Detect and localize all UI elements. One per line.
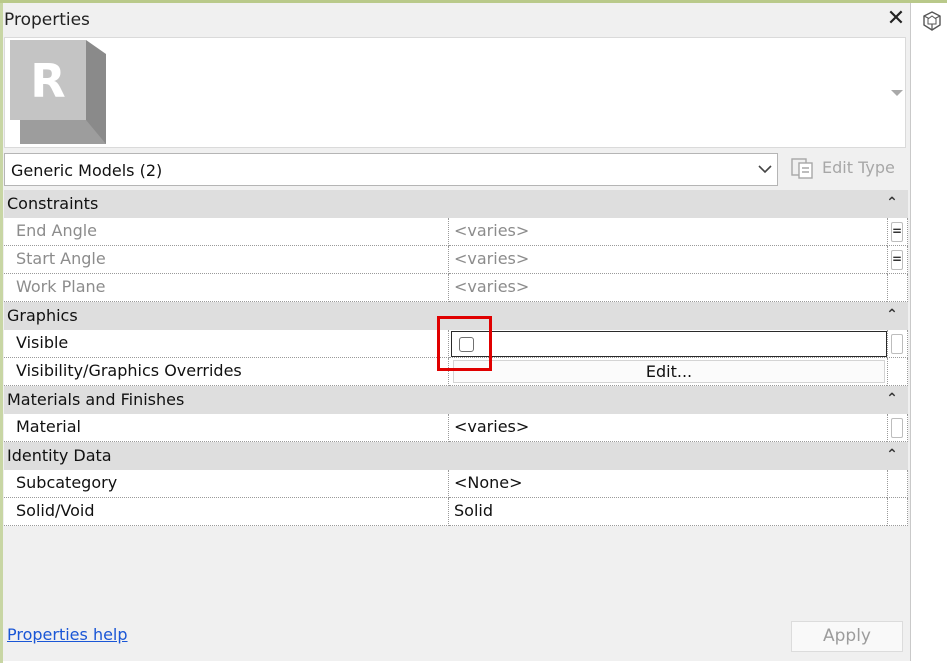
collapse-icon[interactable]: ⌃ (884, 306, 900, 324)
logo-letter: R (30, 54, 65, 108)
property-value[interactable]: Solid (449, 498, 887, 526)
property-name: Material (4, 414, 449, 442)
property-value[interactable]: <varies> (449, 218, 887, 246)
thumbnail-dropdown-arrow-icon[interactable] (891, 90, 903, 96)
apply-button[interactable]: Apply (791, 621, 903, 652)
view-area (912, 3, 947, 663)
property-value[interactable]: <varies> (449, 414, 887, 442)
revit-logo-icon: R (10, 40, 106, 144)
category-label: Identity Data (7, 446, 112, 465)
associate-parameter-button[interactable] (891, 418, 903, 438)
property-row-subcategory: Subcategory <None> (4, 470, 908, 498)
property-row-material: Material <varies> (4, 414, 908, 442)
property-name: Visible (4, 330, 449, 358)
associate-parameter-cell (887, 498, 908, 526)
panel-title: Properties (4, 10, 90, 30)
viewcube-home-icon[interactable] (921, 10, 943, 32)
property-value[interactable]: <varies> (449, 246, 887, 274)
property-name: Start Angle (4, 246, 449, 274)
type-selector-dropdown[interactable]: Generic Models (2) (4, 153, 778, 186)
category-label: Graphics (7, 306, 78, 325)
category-identity-data[interactable]: Identity Data ⌃ (4, 442, 908, 470)
property-name: Visibility/Graphics Overrides (4, 358, 449, 386)
property-row-end-angle: End Angle <varies> = (4, 218, 908, 246)
property-name: Work Plane (4, 274, 449, 302)
associate-parameter-cell: = (887, 246, 908, 274)
associate-parameter-cell (887, 358, 908, 386)
edit-type-button[interactable]: Edit Type (786, 153, 908, 183)
visible-field[interactable] (451, 331, 887, 357)
category-label: Constraints (7, 194, 99, 213)
associate-parameter-button[interactable] (891, 334, 903, 354)
associate-parameter-cell (887, 470, 908, 498)
property-value[interactable]: <varies> (449, 274, 887, 302)
property-value[interactable]: <None> (449, 470, 887, 498)
property-name: Solid/Void (4, 498, 449, 526)
edit-type-icon (791, 158, 813, 179)
property-name: End Angle (4, 218, 449, 246)
property-row-work-plane: Work Plane <varies> (4, 274, 908, 302)
category-materials-and-finishes[interactable]: Materials and Finishes ⌃ (4, 386, 908, 414)
collapse-icon[interactable]: ⌃ (884, 446, 900, 464)
category-constraints[interactable]: Constraints ⌃ (4, 190, 908, 218)
highlight-annotation (437, 316, 492, 371)
close-button[interactable]: ✕ (884, 6, 908, 32)
close-icon: ✕ (886, 6, 906, 31)
category-label: Materials and Finishes (7, 390, 185, 409)
edit-type-label: Edit Type (822, 158, 895, 177)
type-thumbnail[interactable] (4, 37, 906, 148)
associate-parameter-button[interactable]: = (891, 250, 903, 270)
associate-parameter-cell (887, 414, 908, 442)
associate-parameter-cell (887, 274, 908, 302)
collapse-icon[interactable]: ⌃ (884, 390, 900, 408)
properties-help-link[interactable]: Properties help (7, 625, 128, 644)
type-selector-value: Generic Models (2) (11, 161, 163, 180)
property-row-solid-void: Solid/Void Solid (4, 498, 908, 526)
collapse-icon[interactable]: ⌃ (884, 194, 900, 212)
associate-parameter-button[interactable]: = (891, 222, 903, 242)
associate-parameter-cell (887, 330, 908, 358)
chevron-down-icon (758, 165, 772, 174)
property-row-start-angle: Start Angle <varies> = (4, 246, 908, 274)
associate-parameter-cell: = (887, 218, 908, 246)
property-name: Subcategory (4, 470, 449, 498)
edit-overrides-button[interactable]: Edit... (453, 360, 885, 383)
